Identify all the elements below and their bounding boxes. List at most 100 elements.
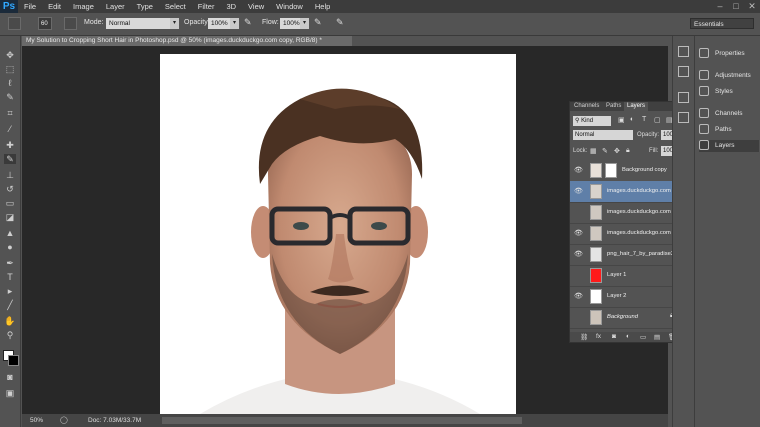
chevron-down-icon[interactable]: ▾	[230, 18, 239, 29]
menu-type[interactable]: Type	[131, 0, 159, 13]
line-tool-icon[interactable]: ╱	[4, 300, 16, 310]
minimize-icon[interactable]: –	[712, 0, 728, 13]
menu-edit[interactable]: Edit	[42, 0, 67, 13]
adjustment-filter-icon[interactable]: ◐	[630, 116, 634, 123]
dock-paths[interactable]: Paths	[699, 124, 759, 136]
maximize-icon[interactable]: □	[728, 0, 744, 13]
zoom-tool-icon[interactable]: ⚲	[4, 330, 16, 340]
layer-mask-thumbnail[interactable]	[605, 163, 617, 178]
new-group-icon[interactable]: ▭	[640, 333, 646, 341]
dock-styles[interactable]: Styles	[699, 86, 759, 98]
brush-tool-preset-icon[interactable]	[8, 17, 21, 30]
lock-position-icon[interactable]: ✥	[614, 147, 620, 155]
dodge-tool-icon[interactable]: ●	[4, 242, 16, 252]
type-filter-icon[interactable]: T	[642, 116, 646, 123]
menu-window[interactable]: Window	[270, 0, 309, 13]
paragraph-panel-icon[interactable]	[678, 112, 689, 123]
dock-properties[interactable]: Properties	[699, 48, 759, 60]
quick-mask-icon[interactable]: ◙	[4, 372, 16, 382]
dock-channels[interactable]: Channels	[699, 108, 759, 120]
flow-input[interactable]: 100%	[280, 18, 300, 29]
layer-style-icon[interactable]: fx	[596, 333, 601, 340]
actions-panel-icon[interactable]	[678, 66, 689, 77]
menu-layer[interactable]: Layer	[100, 0, 131, 13]
history-panel-icon[interactable]	[678, 46, 689, 57]
layer-row[interactable]: 👁︎ Layer 2	[570, 286, 683, 308]
document-tab[interactable]: My Solution to Cropping Short Hair in Ph…	[22, 36, 352, 46]
link-layers-icon[interactable]: ⛓	[580, 333, 588, 341]
menu-select[interactable]: Select	[159, 0, 192, 13]
add-mask-icon[interactable]: ◙	[612, 333, 616, 340]
chevron-down-icon[interactable]: ▾	[300, 18, 309, 29]
status-menu-icon[interactable]: ◯	[60, 416, 68, 424]
layer-row[interactable]: 👁︎ png_hair_7_by_paradise2...	[570, 244, 683, 266]
opacity-input[interactable]: 100%	[208, 18, 230, 29]
pixel-filter-icon[interactable]: ▣	[618, 116, 625, 124]
screen-mode-icon[interactable]: ▣	[4, 388, 16, 398]
blur-tool-icon[interactable]: ▲	[4, 228, 16, 238]
layer-row[interactable]: 👁︎ images.duckduckgo.com c...	[570, 181, 683, 203]
hand-tool-icon[interactable]: ✋	[4, 316, 16, 326]
dock-layers[interactable]: Layers	[699, 140, 759, 152]
lock-pixels-icon[interactable]: ✎	[602, 147, 608, 155]
layer-row[interactable]: 👁︎ Background copy	[570, 160, 683, 182]
layer-row[interactable]: Layer 1	[570, 265, 683, 287]
visibility-eye-icon[interactable]: 👁︎	[574, 229, 583, 238]
document-canvas[interactable]	[160, 54, 516, 414]
eraser-tool-icon[interactable]: ▭	[4, 198, 16, 208]
layer-row[interactable]: Background 🔒︎	[570, 307, 683, 329]
layer-row[interactable]: images.duckduckgo.com	[570, 202, 683, 224]
visibility-eye-icon[interactable]: 👁︎	[574, 250, 583, 259]
visibility-eye-icon[interactable]	[574, 271, 583, 280]
healing-brush-tool-icon[interactable]: ✚	[4, 140, 16, 150]
brush-tool-icon[interactable]: ✎	[4, 154, 16, 164]
lock-transparent-icon[interactable]: ▦	[590, 147, 597, 155]
paint-bucket-tool-icon[interactable]: ◪	[4, 212, 16, 222]
quick-select-tool-icon[interactable]: ✎	[4, 92, 16, 102]
tab-channels[interactable]: Channels	[571, 102, 602, 111]
menu-image[interactable]: Image	[67, 0, 100, 13]
mode-select[interactable]: Normal	[106, 18, 172, 29]
visibility-eye-icon[interactable]: 👁︎	[574, 166, 583, 175]
menu-view[interactable]: View	[242, 0, 270, 13]
menu-filter[interactable]: Filter	[192, 0, 221, 13]
zoom-level[interactable]: 50%	[30, 417, 43, 424]
clone-stamp-tool-icon[interactable]: ⊥	[4, 170, 16, 180]
visibility-eye-icon[interactable]: 👁︎	[574, 292, 583, 301]
close-icon[interactable]: ✕	[744, 0, 760, 13]
workspace-select[interactable]: Essentials	[690, 18, 754, 29]
tab-paths[interactable]: Paths	[603, 102, 624, 111]
crop-tool-icon[interactable]: ⌗	[4, 108, 16, 118]
visibility-eye-icon[interactable]	[574, 313, 583, 322]
background-color-swatch[interactable]	[8, 355, 19, 366]
chevron-down-icon[interactable]: ▾	[170, 18, 179, 29]
type-tool-icon[interactable]: T	[4, 272, 16, 282]
eyedropper-tool-icon[interactable]: ⁄	[4, 124, 16, 134]
tab-layers[interactable]: Layers	[624, 102, 649, 111]
visibility-eye-icon[interactable]: 👁︎	[574, 187, 583, 196]
brush-panel-icon[interactable]	[64, 17, 77, 30]
marquee-tool-icon[interactable]: ⬚	[4, 64, 16, 74]
horizontal-scrollbar[interactable]	[162, 417, 522, 424]
path-selection-tool-icon[interactable]: ▸	[4, 286, 16, 296]
move-tool-icon[interactable]: ✥	[4, 50, 16, 60]
pen-tool-icon[interactable]: ✒	[4, 258, 16, 268]
lasso-tool-icon[interactable]: ℓ	[4, 78, 16, 88]
layer-filter-select[interactable]: ⚲ Kind	[573, 116, 611, 126]
character-panel-icon[interactable]	[678, 92, 689, 103]
adjustment-layer-icon[interactable]: ◐	[626, 333, 630, 340]
history-brush-tool-icon[interactable]: ↺	[4, 184, 16, 194]
shape-filter-icon[interactable]: ▢	[654, 116, 661, 124]
dock-adjustments[interactable]: Adjustments	[699, 70, 759, 82]
visibility-eye-icon[interactable]	[574, 208, 583, 217]
menu-file[interactable]: File	[18, 0, 42, 13]
layer-row[interactable]: 👁︎ images.duckduckgo.com	[570, 223, 683, 245]
new-layer-icon[interactable]: ▤	[654, 333, 660, 341]
pressure-opacity-icon[interactable]: ✎	[244, 17, 257, 30]
airbrush-icon[interactable]: ✎	[314, 17, 327, 30]
pressure-size-icon[interactable]: ✎	[336, 17, 349, 30]
menu-3d[interactable]: 3D	[220, 0, 242, 13]
blend-mode-select[interactable]: Normal	[573, 130, 633, 140]
brush-size-picker[interactable]: 60	[38, 17, 52, 30]
lock-all-icon[interactable]: 🔒︎	[626, 147, 630, 155]
